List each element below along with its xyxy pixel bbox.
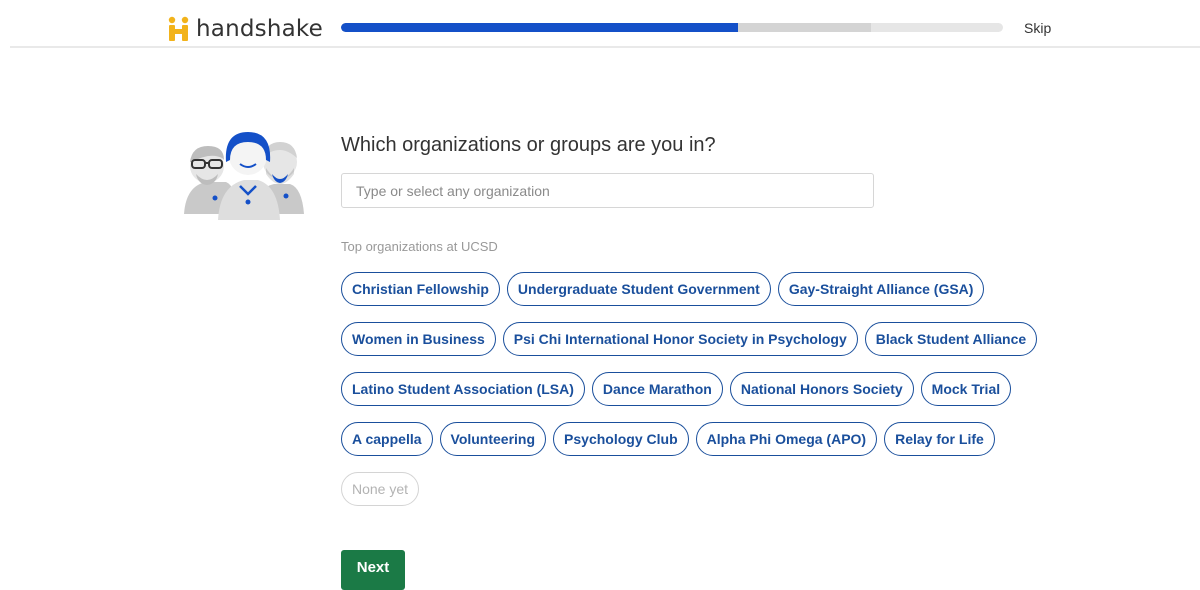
organization-chip[interactable]: Volunteering [439, 422, 547, 456]
organization-chip[interactable]: Gay-Straight Alliance (GSA) [777, 272, 985, 306]
handshake-logo[interactable]: handshake [168, 14, 323, 44]
organization-chip-list: Christian Fellowship Undergraduate Stude… [341, 272, 1041, 522]
organization-chip[interactable]: A cappella [341, 422, 433, 456]
next-button[interactable]: Next [341, 550, 405, 590]
progress-fill [341, 23, 739, 32]
organization-chip[interactable]: Psi Chi International Honor Society in P… [502, 322, 858, 356]
organization-chip[interactable]: Psychology Club [553, 422, 689, 456]
organization-chip[interactable]: Black Student Alliance [864, 322, 1038, 356]
people-group-icon [182, 128, 306, 220]
chip-row: None yet [341, 472, 1041, 506]
none-yet-chip[interactable]: None yet [341, 472, 420, 506]
organization-chip[interactable]: Christian Fellowship [341, 272, 500, 306]
handshake-h-icon [168, 16, 190, 42]
organization-chip[interactable]: National Honors Society [729, 372, 914, 406]
page-question: Which organizations or groups are you in… [341, 134, 716, 156]
organization-chip[interactable]: Dance Marathon [591, 372, 723, 406]
logo-text: handshake [196, 16, 323, 42]
top-organizations-label: Top organizations at UCSD [341, 239, 498, 254]
organization-chip[interactable]: Undergraduate Student Government [506, 272, 771, 306]
chip-row: A cappella Volunteering Psychology Club … [341, 422, 1041, 456]
header-divider [10, 46, 1200, 48]
onboarding-progress-bar [341, 23, 1003, 32]
skip-link[interactable]: Skip [1024, 18, 1051, 38]
organization-chip[interactable]: Relay for Life [884, 422, 995, 456]
chip-row: Women in Business Psi Chi International … [341, 322, 1041, 356]
top-bar: handshake Skip [0, 0, 1200, 48]
chip-row: Latino Student Association (LSA) Dance M… [341, 372, 1041, 406]
organization-chip[interactable]: Mock Trial [920, 372, 1012, 406]
chip-row: Christian Fellowship Undergraduate Stude… [341, 272, 1041, 306]
organization-chip[interactable]: Latino Student Association (LSA) [341, 372, 585, 406]
organization-search-input[interactable] [341, 173, 874, 208]
organization-chip[interactable]: Women in Business [341, 322, 496, 356]
organization-chip[interactable]: Alpha Phi Omega (APO) [695, 422, 878, 456]
